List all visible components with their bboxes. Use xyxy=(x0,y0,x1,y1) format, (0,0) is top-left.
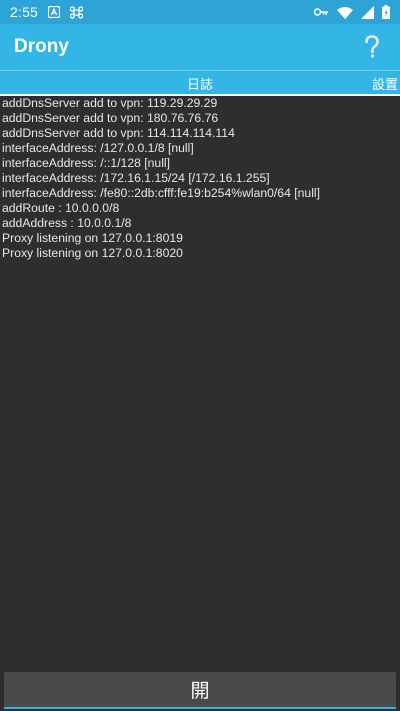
log-line: addDnsServer add to vpn: 180.76.76.76 xyxy=(2,111,219,125)
notification-a-icon xyxy=(48,6,61,18)
log-line: addAddress : 10.0.0.1/8 xyxy=(2,216,132,230)
log-line: interfaceAddress: /::1/128 [null] xyxy=(2,156,171,170)
signal-icon xyxy=(361,5,374,19)
help-button[interactable] xyxy=(358,33,386,61)
help-icon xyxy=(365,35,379,58)
log-line: Proxy listening on 127.0.0.1:8020 xyxy=(2,246,183,260)
open-button[interactable]: 開 xyxy=(4,672,396,707)
log-line: addRoute : 10.0.0.0/8 xyxy=(2,201,120,215)
command-icon xyxy=(70,5,84,19)
tab-log[interactable]: 日誌 xyxy=(0,70,400,96)
status-left-group: 2:55 xyxy=(10,4,84,20)
log-line: interfaceAddress: /172.16.1.15/24 [/172.… xyxy=(2,171,270,185)
open-button-accent-line xyxy=(4,707,396,709)
tab-bar: 日誌 設置 xyxy=(0,70,400,96)
tab-log-label: 日誌 xyxy=(186,76,213,92)
status-right-group xyxy=(313,5,390,19)
log-output[interactable]: addDnsServer add to vpn: 119.29.29.29 ad… xyxy=(0,96,400,672)
log-line: addDnsServer add to vpn: 119.29.29.29 xyxy=(2,96,218,110)
app-screen: 2:55 Drony 日誌 設置 addDnsServer add to vpn… xyxy=(0,0,400,711)
battery-icon xyxy=(382,5,390,19)
tab-settings[interactable]: 設置 xyxy=(372,70,400,96)
vpn-key-icon xyxy=(313,6,329,18)
status-time: 2:55 xyxy=(10,4,39,20)
log-line: addDnsServer add to vpn: 114.114.114.114 xyxy=(2,126,235,140)
log-line: interfaceAddress: /127.0.0.1/8 [null] xyxy=(2,141,194,155)
wifi-icon xyxy=(337,6,353,19)
log-line: Proxy listening on 127.0.0.1:8019 xyxy=(2,231,183,245)
app-title: Drony xyxy=(14,36,69,57)
log-line: interfaceAddress: /fe80::2db:cfff:fe19:b… xyxy=(2,186,320,200)
bottom-bar: 開 xyxy=(0,672,400,711)
app-bar: Drony xyxy=(0,24,400,70)
status-bar: 2:55 xyxy=(0,0,400,24)
tab-settings-label: 設置 xyxy=(372,76,399,92)
